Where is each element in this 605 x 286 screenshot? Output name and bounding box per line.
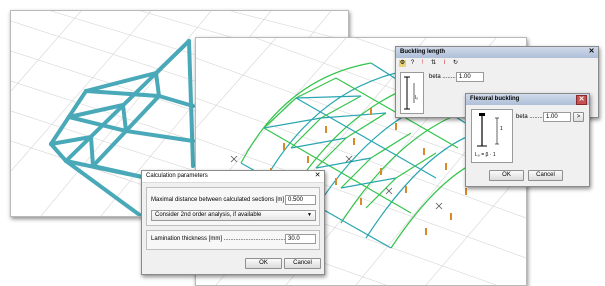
calculation-parameters-dialog: Calculation parameters ✕ Maximal distanc… — [141, 170, 325, 275]
max-distance-label: Maximal distance between calculated sect… — [151, 197, 296, 203]
flexural-formula: L₀ = β · 1 — [475, 152, 496, 158]
flexural-diagram-top: 1 — [500, 126, 503, 132]
calc-cancel-button[interactable]: Cancel — [284, 258, 321, 269]
close-icon[interactable]: ✕ — [576, 95, 587, 105]
flexural-cancel-button[interactable]: Cancel — [528, 170, 563, 181]
calc-dialog-titlebar: Calculation parameters ✕ — [142, 171, 324, 183]
column-diagram-icon — [404, 76, 415, 110]
max-distance-field[interactable]: 0.500 — [285, 195, 316, 205]
lamination-label: Lamination thickness [mm] ..............… — [151, 236, 291, 242]
buckling-diagram-label: l₀ — [415, 95, 419, 101]
toolbar-settings-icon[interactable]: ⚙ — [399, 60, 406, 67]
align-icon[interactable]: ⇅ — [430, 60, 437, 67]
buckling-diagram: l₀ — [400, 72, 424, 114]
column-icon[interactable]: I — [441, 60, 448, 67]
calc-ok-button[interactable]: OK — [245, 258, 282, 269]
flexural-ok-button[interactable]: OK — [489, 170, 524, 181]
flexural-beta-field[interactable]: 1.00 — [543, 112, 571, 122]
flexural-dialog-titlebar: Flexural buckling ✕ — [466, 94, 589, 105]
flexural-dialog-title: Flexural buckling — [470, 96, 520, 102]
flexural-more-button[interactable]: > — [573, 112, 584, 122]
close-icon[interactable]: ✕ — [587, 48, 596, 56]
flexural-diagram: 1 L₀ = β · 1 — [471, 109, 513, 163]
lamination-field[interactable]: 30.0 — [285, 234, 316, 244]
buckling-toolbar: ⚙ ? ! ⇅ I ↻ — [399, 60, 469, 69]
buckling-beta-field[interactable]: 1.00 — [456, 72, 484, 82]
flexural-buckling-dialog: Flexural buckling ✕ 1 L₀ = β · 1 beta ..… — [465, 93, 590, 187]
flexural-beta-label: beta ........ — [516, 114, 543, 120]
analysis-option-select[interactable]: Consider 2nd order analysis, if availabl… — [151, 210, 316, 221]
help-icon[interactable]: ? — [409, 60, 416, 67]
buckling-beta-label: beta ........ — [429, 74, 456, 80]
buckling-dialog-titlebar: Buckling length ✕ — [396, 47, 598, 58]
dropdown-arrow-icon: ▼ — [307, 212, 312, 218]
close-icon[interactable]: ✕ — [313, 172, 322, 180]
refresh-icon[interactable]: ↻ — [452, 60, 459, 67]
buckling-dialog-title: Buckling length — [400, 49, 445, 55]
analysis-option-value: Consider 2nd order analysis, if availabl… — [155, 212, 262, 218]
calc-dialog-title: Calculation parameters — [146, 173, 208, 179]
warning-icon[interactable]: ! — [419, 60, 426, 67]
